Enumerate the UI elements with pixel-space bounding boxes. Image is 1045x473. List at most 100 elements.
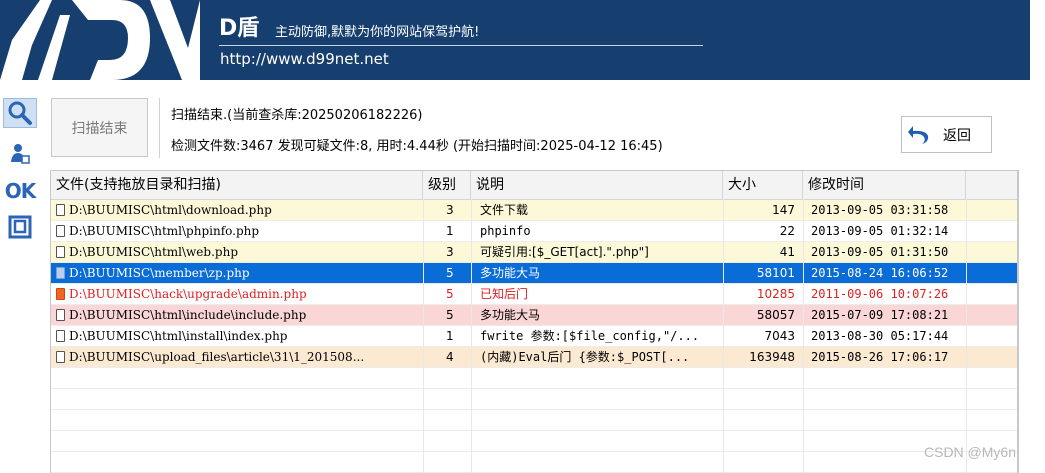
file-path-text: D:\BUUMISC\html\phpinfo.php <box>69 224 260 238</box>
column-header-blank <box>966 171 1017 199</box>
file-icon <box>56 351 65 363</box>
level-cell: 1 <box>446 329 454 343</box>
file-icon <box>56 204 65 216</box>
table-row[interactable]: D:\BUUMISC\upload_files\article\31\1_201… <box>51 347 1017 368</box>
ok-icon[interactable]: OK <box>3 176 37 206</box>
modified-time-cell: 2015-07-09 17:08:21 <box>811 308 949 322</box>
d-shield-logo <box>0 0 200 80</box>
modified-time-cell: 2013-09-05 01:32:14 <box>811 224 949 238</box>
file-path-cell: D:\BUUMISC\html\install\index.php <box>56 326 428 347</box>
empty-row <box>51 410 1017 431</box>
file-icon <box>56 288 65 300</box>
file-path-cell: D:\BUUMISC\hack\upgrade\admin.php <box>56 284 428 305</box>
column-header-size[interactable]: 大小 <box>723 171 803 199</box>
description-cell: 多功能大马 <box>480 308 541 322</box>
size-cell: 7043 <box>764 329 795 343</box>
empty-row <box>51 368 1017 389</box>
table-header: 文件(支持拖放目录和扫描) 级别 说明 大小 修改时间 <box>51 171 1017 200</box>
table-border <box>1018 170 1019 473</box>
file-path-cell: D:\BUUMISC\member\zp.php <box>56 263 428 284</box>
file-path-cell: D:\BUUMISC\html\phpinfo.php <box>56 221 428 242</box>
back-button[interactable]: 返回 <box>901 116 992 153</box>
size-cell: 58101 <box>756 266 795 280</box>
header-banner: D盾 主动防御,默默为你的网站保驾护航! http://www.d99net.n… <box>0 0 1030 80</box>
modified-time-cell: 2015-08-24 16:06:52 <box>811 266 949 280</box>
result-table[interactable]: 文件(支持拖放目录和扫描) 级别 说明 大小 修改时间 D:\BUUMISC\h… <box>50 170 1018 473</box>
column-header-level[interactable]: 级别 <box>423 171 471 199</box>
level-cell: 4 <box>446 350 454 364</box>
size-cell: 10285 <box>756 287 795 301</box>
column-header-desc[interactable]: 说明 <box>471 171 723 199</box>
file-path-text: D:\BUUMISC\html\install\index.php <box>69 329 288 343</box>
size-cell: 41 <box>779 245 795 259</box>
table-row[interactable]: D:\BUUMISC\html\phpinfo.php 1 phpinfo 22 201… <box>51 221 1017 242</box>
column-header-mtime[interactable]: 修改时间 <box>803 171 966 199</box>
description-cell: 多功能大马 <box>480 266 541 280</box>
table-row[interactable]: D:\BUUMISC\html\download.php 3 文件下载 147 2013… <box>51 200 1017 221</box>
empty-row <box>51 431 1017 452</box>
description-cell: (内藏)Eval后门 {参数:$_POST[... <box>480 350 690 364</box>
table-row[interactable]: D:\BUUMISC\html\install\index.php 1 fwrite… <box>51 326 1017 347</box>
level-cell: 1 <box>446 224 454 238</box>
level-cell: 5 <box>446 308 454 322</box>
scan-summary: 检测文件数:3467 发现可疑文件:8, 用时:4.44秒 (开始扫描时间:20… <box>171 139 663 154</box>
file-icon <box>56 246 65 258</box>
modified-time-cell: 2013-09-05 03:31:58 <box>811 203 949 217</box>
column-header-file[interactable]: 文件(支持拖放目录和扫描) <box>51 171 423 199</box>
size-cell: 163948 <box>749 350 795 364</box>
file-path-cell: D:\BUUMISC\upload_files\article\31\1_201… <box>56 347 428 368</box>
watermark: CSDN @My6n <box>924 444 1017 460</box>
back-arrow-icon <box>908 125 929 144</box>
description-cell: phpinfo <box>480 224 531 238</box>
file-path-text: D:\BUUMISC\html\web.php <box>69 245 238 259</box>
grid-line <box>423 199 424 473</box>
empty-row <box>51 452 1017 473</box>
file-icon <box>56 330 65 342</box>
size-cell: 58057 <box>756 308 795 322</box>
modified-time-cell: 2011-09-06 10:07:26 <box>811 287 949 301</box>
grid-line <box>723 199 724 473</box>
file-icon <box>56 267 65 279</box>
window-icon[interactable] <box>3 212 37 242</box>
brand-slogan: 主动防御,默默为你的网站保驾护航! <box>275 25 480 40</box>
description-cell: 文件下载 <box>480 203 529 217</box>
file-path-cell: D:\BUUMISC\html\include\include.php <box>56 305 428 326</box>
file-path-text: D:\BUUMISC\member\zp.php <box>69 266 250 280</box>
table-row[interactable]: D:\BUUMISC\html\web.php 3 可疑引用:[$_GET[act]… <box>51 242 1017 263</box>
level-cell: 3 <box>446 245 454 259</box>
search-icon[interactable] <box>3 98 37 128</box>
level-cell: 5 <box>446 266 454 280</box>
empty-row <box>51 389 1017 410</box>
user-icon[interactable] <box>3 138 37 168</box>
website-url[interactable]: http://www.d99net.net <box>220 50 389 68</box>
modified-time-cell: 2013-09-05 01:31:50 <box>811 245 949 259</box>
table-row[interactable]: D:\BUUMISC\hack\upgrade\admin.php 5 已知后门 10… <box>51 284 1017 305</box>
grid-line <box>966 199 967 473</box>
banner-divider <box>219 45 703 46</box>
modified-time-cell: 2015-08-26 17:06:17 <box>811 350 949 364</box>
file-path-text: D:\BUUMISC\hack\upgrade\admin.php <box>69 287 307 301</box>
grid-line <box>803 199 804 473</box>
left-toolbar: OK <box>0 80 40 473</box>
file-path-text: D:\BUUMISC\html\include\include.php <box>69 308 307 322</box>
file-icon <box>56 225 65 237</box>
file-path-cell: D:\BUUMISC\html\download.php <box>56 200 428 221</box>
file-icon <box>56 309 65 321</box>
description-cell: fwrite 参数:[$file_config,"/... <box>480 329 700 343</box>
table-row[interactable]: D:\BUUMISC\member\zp.php 5 多功能大马 58101 2015-… <box>51 263 1017 284</box>
description-cell: 可疑引用:[$_GET[act].".php"] <box>480 245 649 259</box>
brand-name: D盾 <box>219 16 260 41</box>
size-cell: 147 <box>772 203 795 217</box>
modified-time-cell: 2013-08-30 05:17:44 <box>811 329 949 343</box>
size-cell: 22 <box>779 224 795 238</box>
level-cell: 3 <box>446 203 454 217</box>
table-row[interactable]: D:\BUUMISC\html\include\include.php 5 多功能大… <box>51 305 1017 326</box>
divider <box>159 98 160 158</box>
file-path-cell: D:\BUUMISC\html\web.php <box>56 242 428 263</box>
scan-button[interactable]: 扫描结束 <box>51 98 148 157</box>
file-path-text: D:\BUUMISC\html\download.php <box>69 203 272 217</box>
grid-line <box>471 199 472 473</box>
level-cell: 5 <box>446 287 454 301</box>
scan-status: 扫描结束.(当前查杀库:20250206182226) <box>171 108 423 123</box>
description-cell: 已知后门 <box>480 287 529 301</box>
